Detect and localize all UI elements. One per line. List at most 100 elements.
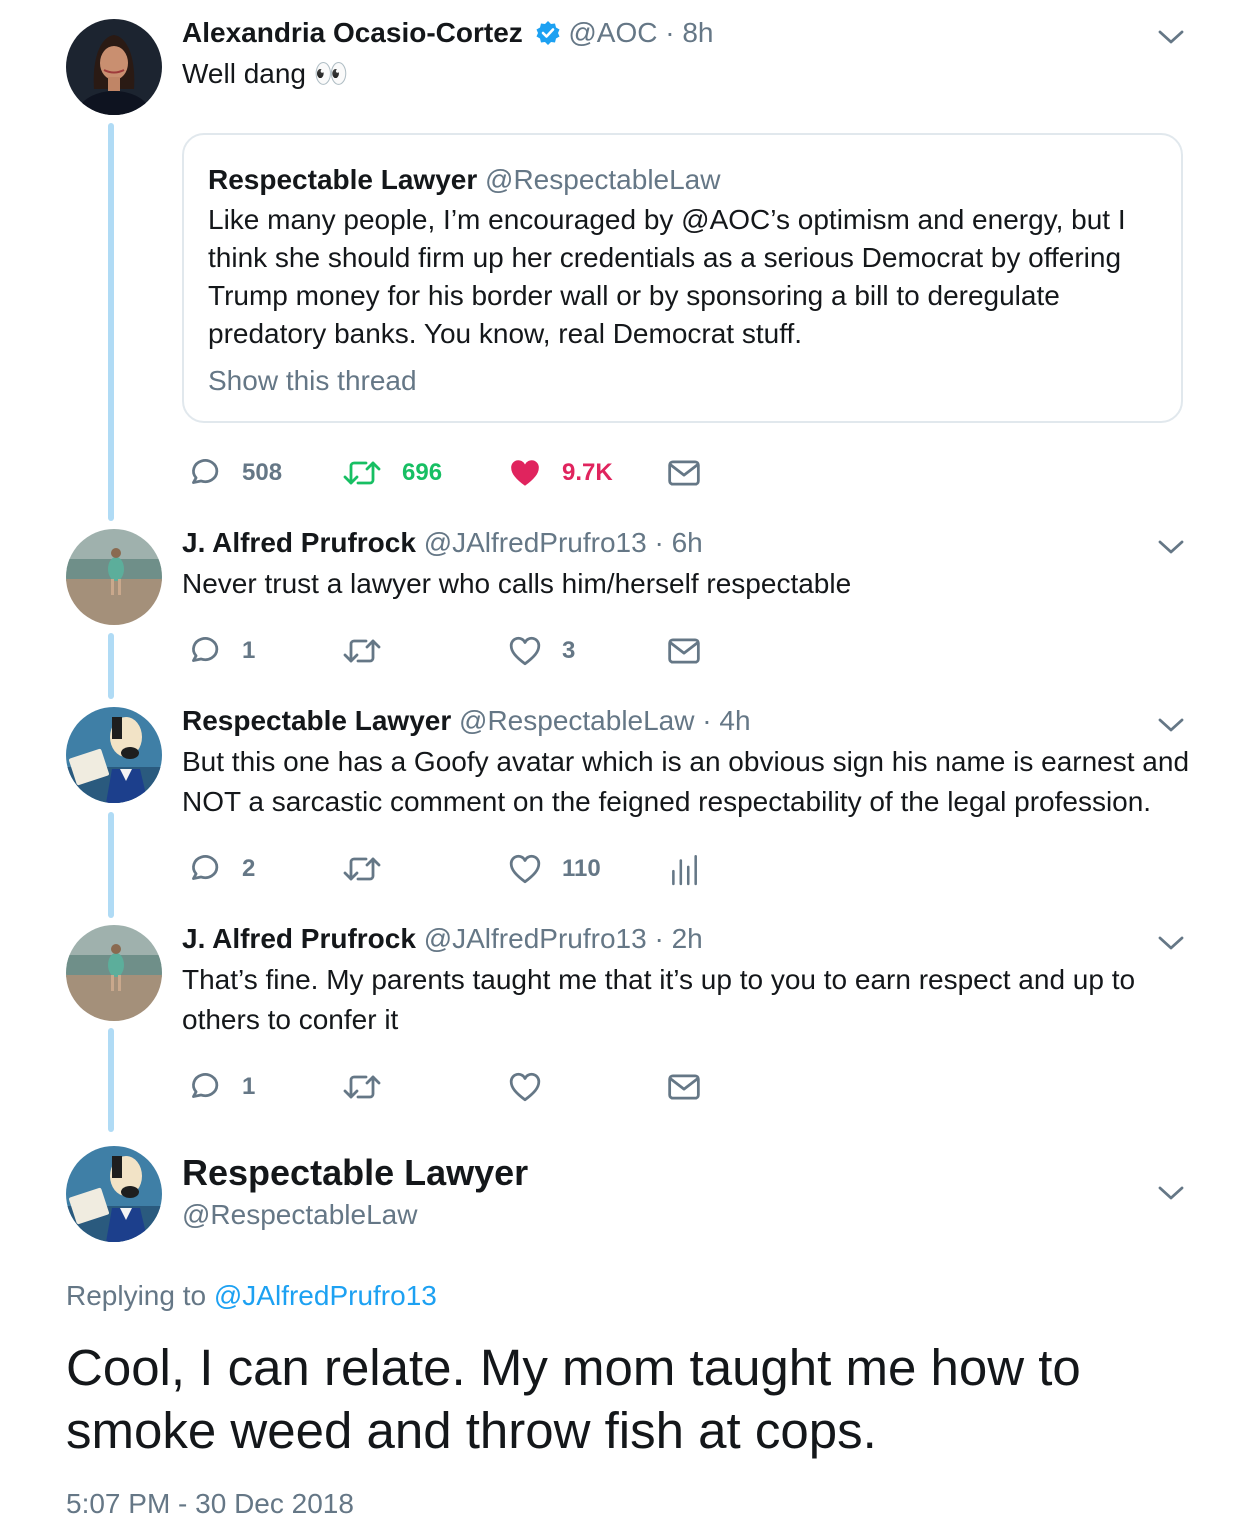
tweet-actions: 1 3 (186, 631, 726, 671)
separator-dot: · (665, 17, 675, 48)
author-name[interactable]: J. Alfred Prufrock (182, 527, 416, 558)
author-name[interactable]: J. Alfred Prufrock (182, 923, 416, 954)
reply-button[interactable]: 1 (186, 1067, 255, 1107)
tweet-timestamp[interactable]: 5:07 PM - 30 Dec 2018 (66, 1486, 354, 1522)
like-count: 9.7K (562, 459, 613, 486)
heart-icon (508, 852, 542, 886)
author-handle[interactable]: @AOC (568, 17, 657, 48)
reply-count: 1 (242, 637, 256, 664)
separator-dot: · (702, 705, 712, 736)
avatar-prufrock[interactable] (66, 925, 162, 1021)
tweet-text: Never trust a lawyer who calls him/herse… (182, 568, 852, 599)
separator-dot: · (654, 923, 664, 954)
like-count: 3 (562, 637, 576, 664)
chevron-down-icon[interactable] (1157, 28, 1185, 46)
tweet-time[interactable]: 2h (672, 923, 703, 954)
like-count: 110 (562, 855, 601, 882)
like-button[interactable] (508, 1067, 562, 1107)
retweet-icon (342, 457, 382, 489)
quoted-author-name: Respectable Lawyer (208, 164, 478, 195)
retweet-count: 696 (402, 459, 443, 486)
reply-count: 2 (242, 855, 256, 882)
heart-icon (508, 456, 542, 490)
quoted-tweet[interactable]: Respectable Lawyer @RespectableLaw Like … (182, 133, 1183, 423)
tweet-text: That’s fine. My parents taught me that i… (182, 960, 1135, 1040)
reply-button[interactable]: 2 (186, 849, 255, 889)
chevron-down-icon[interactable] (1157, 538, 1185, 556)
retweet-icon (342, 853, 382, 885)
author-handle[interactable]: @RespectableLaw (459, 705, 694, 736)
message-button[interactable] (667, 631, 701, 671)
message-icon (667, 634, 701, 668)
tweet-time[interactable]: 8h (682, 17, 713, 48)
like-button[interactable]: 3 (508, 631, 575, 671)
reply-button[interactable]: 508 (186, 453, 282, 493)
main-author-name[interactable]: Respectable Lawyer (182, 1151, 528, 1195)
thread-line (108, 812, 114, 918)
tweet-text: Well dang 👀 (182, 58, 349, 89)
like-button[interactable]: 9.7K (508, 453, 613, 493)
author-name[interactable]: Respectable Lawyer (182, 705, 451, 736)
chevron-down-icon[interactable] (1157, 1184, 1185, 1202)
avatar-prufrock[interactable] (66, 529, 162, 625)
quoted-header: Respectable Lawyer @RespectableLaw (208, 163, 720, 197)
retweet-button[interactable] (342, 1067, 402, 1107)
replying-to: Replying to @JAlfredPrufro13 (66, 1278, 437, 1314)
author-handle[interactable]: @JAlfredPrufro13 (424, 923, 647, 954)
reply-icon (186, 456, 220, 490)
heart-icon (508, 1070, 542, 1104)
author-name[interactable]: Alexandria Ocasio-Cortez (182, 17, 523, 48)
main-tweet-line: Cool, I can relate. My mom taught me how… (66, 1339, 1081, 1396)
tweet-text-line: That’s fine. My parents taught me that i… (182, 964, 1136, 995)
retweet-icon (342, 1071, 382, 1103)
reply-button[interactable]: 1 (186, 631, 255, 671)
tweet-time[interactable]: 6h (672, 527, 703, 558)
chevron-down-icon[interactable] (1157, 716, 1185, 734)
reply-icon (186, 634, 220, 668)
quoted-text-line: predatory banks. You know, real Democrat… (208, 318, 803, 349)
message-icon (667, 1070, 701, 1104)
retweet-button[interactable]: 696 (342, 453, 442, 493)
author-handle[interactable]: @JAlfredPrufro13 (424, 527, 647, 558)
quoted-author-handle: @RespectableLaw (485, 164, 721, 195)
avatar-respectable-lawyer[interactable] (66, 1146, 162, 1242)
avatar-respectable-lawyer[interactable] (66, 707, 162, 803)
tweet-text: But this one has a Goofy avatar which is… (182, 742, 1189, 822)
reply-count: 508 (242, 459, 283, 486)
quoted-text-line: think she should firm up her credentials… (208, 242, 1122, 273)
quoted-text-line: Like many people, I’m encouraged by @AOC… (208, 204, 1126, 235)
tweet-header: Respectable Lawyer @RespectableLaw · 4h (182, 704, 751, 738)
main-author-handle[interactable]: @RespectableLaw (182, 1197, 417, 1233)
tweet-header: Alexandria Ocasio-Cortez @AOC · 8h (182, 16, 714, 50)
heart-icon (508, 634, 542, 668)
reply-icon (186, 852, 220, 886)
quoted-text: Like many people, I’m encouraged by @AOC… (208, 201, 1126, 353)
tweet-text-line: others to confer it (182, 1004, 399, 1035)
retweet-button[interactable] (342, 849, 402, 889)
message-button[interactable] (667, 453, 701, 493)
message-button[interactable] (667, 1067, 701, 1107)
tweet-actions: 508 696 9.7K (186, 453, 726, 493)
quoted-text-line: Trump money for his border wall or by sp… (208, 280, 1060, 311)
main-tweet-line: smoke weed and throw fish at cops. (66, 1402, 877, 1459)
tweet-time[interactable]: 4h (719, 705, 750, 736)
thread-line (108, 1028, 114, 1132)
tweet-actions: 2 110 (186, 849, 726, 889)
replying-to-link[interactable]: @JAlfredPrufro13 (214, 1280, 437, 1311)
like-button[interactable]: 110 (508, 849, 601, 889)
main-tweet-text: Cool, I can relate. My mom taught me how… (66, 1336, 1081, 1462)
tweet-text-line: NOT a sarcastic comment on the feigned r… (182, 786, 1152, 817)
chevron-down-icon[interactable] (1157, 934, 1185, 952)
show-thread-link[interactable]: Show this thread (208, 361, 417, 401)
avatar-aoc[interactable] (66, 19, 162, 115)
analytics-button[interactable] (667, 849, 701, 889)
separator-dot: · (654, 527, 664, 558)
retweet-button[interactable] (342, 631, 402, 671)
tweet-header: J. Alfred Prufrock @JAlfredPrufro13 · 6h (182, 526, 703, 560)
replying-prefix: Replying to (66, 1280, 207, 1311)
reply-icon (186, 1070, 220, 1104)
verified-badge-icon (536, 21, 560, 45)
retweet-icon (342, 635, 382, 667)
message-icon (667, 456, 701, 490)
analytics-icon (667, 852, 701, 886)
